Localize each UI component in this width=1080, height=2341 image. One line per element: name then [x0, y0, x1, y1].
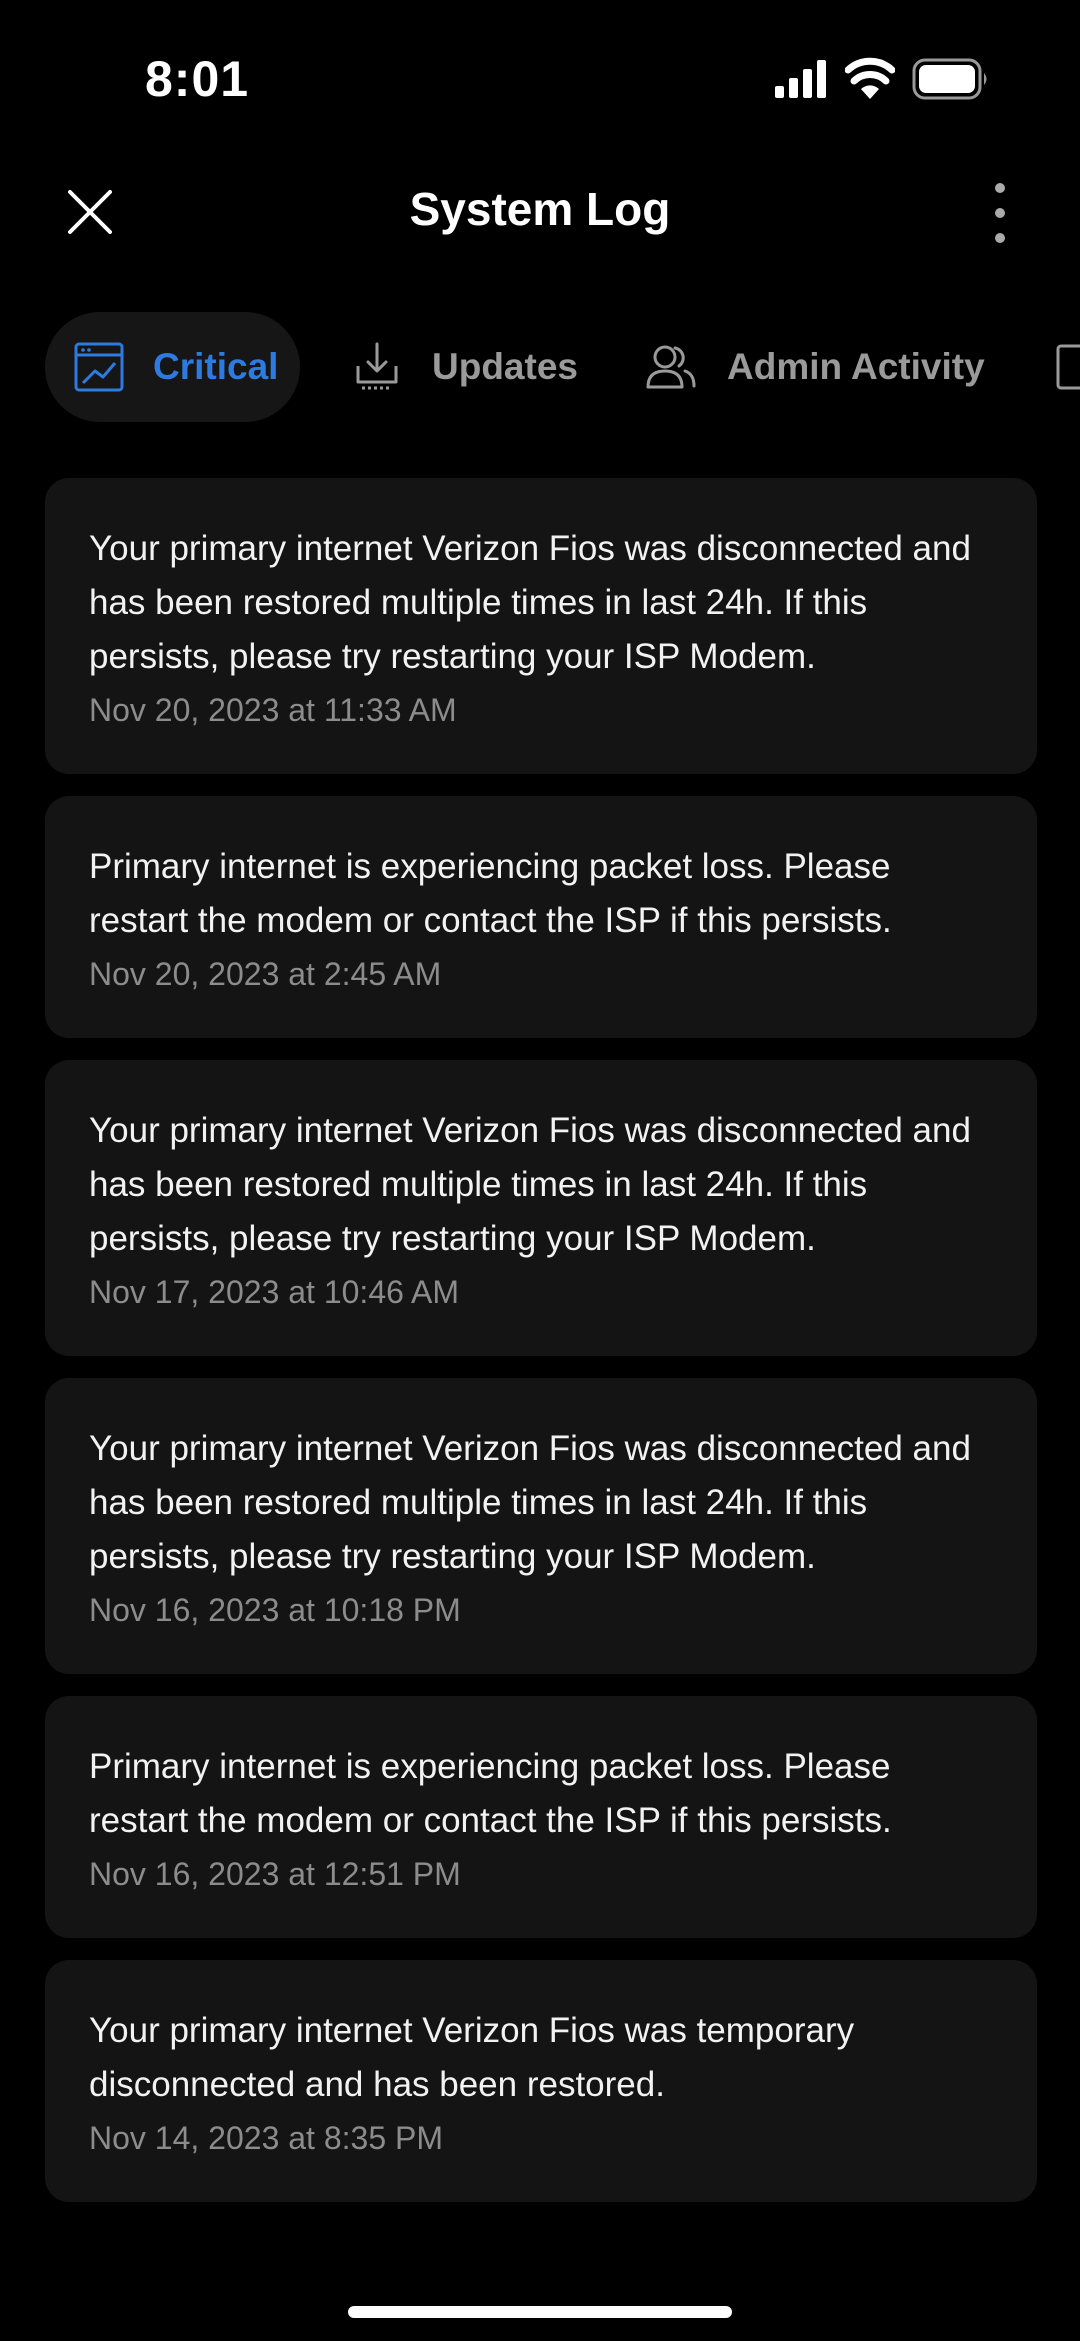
log-message: Your primary internet Verizon Fios was t…	[89, 2011, 855, 2104]
more-vertical-icon[interactable]	[985, 178, 1015, 248]
log-timestamp: Nov 20, 2023 at 11:33 AM	[89, 692, 457, 728]
log-entry[interactable]: Your primary internet Verizon Fios was d…	[45, 478, 1037, 774]
header: System Log	[0, 160, 1080, 300]
log-timestamp: Nov 14, 2023 at 8:35 PM	[89, 2120, 443, 2156]
users-icon	[646, 345, 696, 389]
download-tray-icon	[356, 342, 398, 390]
log-entry[interactable]: Your primary internet Verizon Fios was d…	[45, 1378, 1037, 1674]
home-indicator[interactable]	[348, 2306, 732, 2318]
log-entry[interactable]: Your primary internet Verizon Fios was d…	[45, 1060, 1037, 1356]
status-time: 8:01	[145, 51, 250, 107]
page-title: System Log	[409, 183, 671, 235]
battery-icon	[912, 58, 987, 100]
log-timestamp: Nov 17, 2023 at 10:46 AM	[89, 1274, 460, 1310]
log-timestamp: Nov 20, 2023 at 2:45 AM	[89, 956, 442, 992]
wifi-icon	[845, 57, 895, 99]
log-message: Primary internet is experiencing packet …	[89, 847, 892, 940]
log-timestamp: Nov 16, 2023 at 12:51 PM	[89, 1856, 461, 1892]
cellular-signal-icon	[775, 60, 826, 98]
critical-window-icon	[74, 342, 124, 392]
log-message: Your primary internet Verizon Fios was d…	[89, 1429, 971, 1576]
tab-admin-activity-label: Admin Activity	[727, 346, 985, 387]
log-message: Primary internet is experiencing packet …	[89, 1747, 892, 1840]
tab-device[interactable]	[1055, 312, 1080, 422]
log-entry[interactable]: Primary internet is experiencing packet …	[45, 1696, 1037, 1938]
log-entry[interactable]: Your primary internet Verizon Fios was t…	[45, 1960, 1037, 2202]
tab-admin-activity[interactable]: Admin Activity	[643, 312, 985, 422]
tab-updates[interactable]: Updates	[350, 312, 578, 422]
log-list: Your primary internet Verizon Fios was d…	[45, 478, 1037, 2224]
tab-critical-label: Critical	[153, 346, 279, 387]
device-icon	[1056, 344, 1080, 390]
tab-updates-label: Updates	[432, 346, 578, 387]
log-entry[interactable]: Primary internet is experiencing packet …	[45, 796, 1037, 1038]
log-timestamp: Nov 16, 2023 at 10:18 PM	[89, 1592, 461, 1628]
tab-critical[interactable]: Critical	[45, 312, 300, 422]
status-bar: 8:01	[0, 0, 1080, 160]
log-message: Your primary internet Verizon Fios was d…	[89, 529, 971, 676]
log-message: Your primary internet Verizon Fios was d…	[89, 1111, 971, 1258]
log-category-tabs: Critical Updates Admin Activity	[0, 312, 1080, 422]
